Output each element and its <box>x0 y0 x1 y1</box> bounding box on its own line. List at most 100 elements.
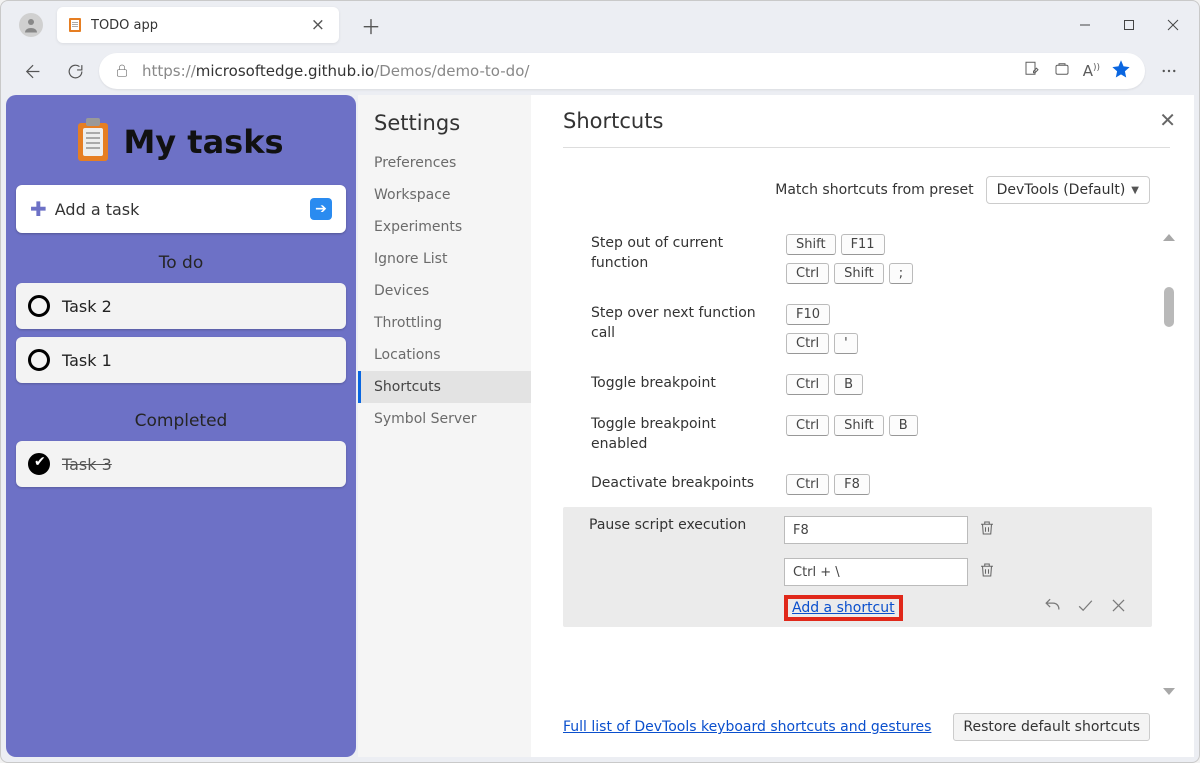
checked-circle-icon[interactable] <box>28 453 50 475</box>
add-task-placeholder: Add a task <box>55 200 140 219</box>
scroll-down-icon[interactable] <box>1163 688 1175 695</box>
shortcut-input[interactable]: Ctrl + \ <box>784 558 968 586</box>
shortcut-label: Toggle breakpoint <box>591 374 786 394</box>
sidebar-item-devices[interactable]: Devices <box>358 275 531 307</box>
sidebar-item-shortcuts[interactable]: Shortcuts <box>358 371 531 403</box>
shortcut-keys: CtrlB <box>786 374 863 395</box>
sidebar-item-workspace[interactable]: Workspace <box>358 179 531 211</box>
delete-shortcut-icon[interactable] <box>978 561 996 583</box>
shortcut-row: Toggle breakpointCtrlB <box>565 364 1152 405</box>
kbd-key: Ctrl <box>786 415 829 436</box>
section-todo-label: To do <box>16 233 346 283</box>
scroll-thumb[interactable] <box>1164 287 1174 327</box>
new-tab-button[interactable]: ＋ <box>339 11 381 40</box>
full-shortcuts-link[interactable]: Full list of DevTools keyboard shortcuts… <box>563 719 931 735</box>
confirm-icon[interactable] <box>1076 596 1095 619</box>
shortcut-input[interactable]: F8 <box>784 516 968 544</box>
delete-shortcut-icon[interactable] <box>978 519 996 541</box>
window-close-button[interactable] <box>1151 10 1195 40</box>
preset-label: Match shortcuts from preset <box>775 182 973 198</box>
sidebar-item-preferences[interactable]: Preferences <box>358 147 531 179</box>
kbd-key: F8 <box>834 474 870 495</box>
shortcut-row: Step out of current functionShiftF11Ctrl… <box>565 224 1152 294</box>
task-label: Task 1 <box>62 351 112 370</box>
toolbar: https://microsoftedge.github.io/Demos/de… <box>1 49 1199 93</box>
scroll-up-icon[interactable] <box>1163 234 1175 241</box>
add-task-input[interactable]: ✚ Add a task ➔ <box>16 185 346 233</box>
tab-close-icon[interactable]: × <box>307 15 329 35</box>
sidebar-item-locations[interactable]: Locations <box>358 339 531 371</box>
kbd-key: ' <box>834 333 858 354</box>
kbd-key: B <box>834 374 863 395</box>
title-bar: TODO app × ＋ <box>1 1 1199 49</box>
kbd-key: ; <box>889 263 913 284</box>
shortcut-row: Step over next function callF10Ctrl' <box>565 294 1152 364</box>
restore-defaults-button[interactable]: Restore default shortcuts <box>953 713 1150 741</box>
task-label: Task 3 <box>62 455 112 474</box>
profile-avatar[interactable] <box>19 13 43 37</box>
shortcut-keys: F10 Ctrl' <box>786 304 858 354</box>
add-shortcut-link[interactable]: Add a shortcut <box>792 600 895 616</box>
url-text: https://microsoftedge.github.io/Demos/de… <box>142 62 1023 80</box>
window-maximize-button[interactable] <box>1107 10 1151 40</box>
webapp-title: My tasks <box>123 123 283 161</box>
tab-favicon-icon <box>67 17 83 33</box>
shortcut-keys: CtrlF8 <box>786 474 870 495</box>
sidebar-item-symbol-server[interactable]: Symbol Server <box>358 403 531 435</box>
settings-sidebar: Settings PreferencesWorkspaceExperiments… <box>358 95 531 757</box>
section-completed-label: Completed <box>16 391 346 441</box>
shortcut-keys: CtrlShiftB <box>786 415 918 436</box>
sidebar-item-experiments[interactable]: Experiments <box>358 211 531 243</box>
more-menu-button[interactable] <box>1149 51 1189 91</box>
preset-select[interactable]: DevTools (Default) ▼ <box>986 176 1150 204</box>
shortcuts-list: Step out of current functionShiftF11Ctrl… <box>563 214 1176 695</box>
kbd-key: Ctrl <box>786 263 829 284</box>
highlight-callout: Add a shortcut <box>784 595 903 621</box>
clipboard-icon <box>78 123 108 161</box>
collections-icon[interactable] <box>1053 60 1071 82</box>
task-row[interactable]: Task 3 <box>16 441 346 487</box>
tab-title: TODO app <box>91 18 307 33</box>
reload-button[interactable] <box>55 51 95 91</box>
favorite-star-icon[interactable] <box>1112 60 1130 82</box>
settings-main: Shortcuts Match shortcuts from preset De… <box>531 95 1194 757</box>
read-aloud-icon[interactable]: A)) <box>1083 62 1100 80</box>
panel-title: Shortcuts <box>563 109 1170 148</box>
kbd-key: Ctrl <box>786 474 829 495</box>
unchecked-circle-icon[interactable] <box>28 295 50 317</box>
chevron-down-icon: ▼ <box>1131 185 1139 196</box>
undo-icon[interactable] <box>1043 596 1062 619</box>
kbd-key: Shift <box>786 234 836 255</box>
todo-webapp: My tasks ✚ Add a task ➔ To do Task 2 Tas… <box>6 95 356 757</box>
plus-icon: ✚ <box>30 197 47 221</box>
shortcut-keys: ShiftF11CtrlShift; <box>786 234 913 284</box>
sidebar-item-throttling[interactable]: Throttling <box>358 307 531 339</box>
cancel-icon[interactable] <box>1109 596 1128 619</box>
task-row[interactable]: Task 1 <box>16 337 346 383</box>
lock-icon <box>114 63 130 79</box>
browser-tab[interactable]: TODO app × <box>57 7 339 43</box>
task-label: Task 2 <box>62 297 112 316</box>
shortcut-label: Deactivate breakpoints <box>591 474 786 494</box>
kbd-key: Ctrl <box>786 333 829 354</box>
devtools-close-icon[interactable]: ✕ <box>1159 108 1176 132</box>
shortcut-label: Toggle breakpoint enabled <box>591 415 786 454</box>
back-button[interactable] <box>11 51 51 91</box>
preset-value: DevTools (Default) <box>997 182 1126 198</box>
address-bar[interactable]: https://microsoftedge.github.io/Demos/de… <box>99 53 1145 89</box>
unchecked-circle-icon[interactable] <box>28 349 50 371</box>
submit-arrow-icon[interactable]: ➔ <box>310 198 332 220</box>
kbd-key: F10 <box>786 304 830 325</box>
kbd-key: B <box>889 415 918 436</box>
edit-actions <box>1043 596 1128 619</box>
shortcut-label: Pause script execution <box>589 516 784 536</box>
settings-heading: Settings <box>358 111 531 147</box>
window-minimize-button[interactable] <box>1063 10 1107 40</box>
scrollbar[interactable] <box>1162 234 1176 695</box>
shortcut-row-editing: Pause script execution F8 Ctrl + \ <box>563 507 1152 627</box>
sidebar-item-ignore-list[interactable]: Ignore List <box>358 243 531 275</box>
task-row[interactable]: Task 2 <box>16 283 346 329</box>
devtools-panel: ✕ Settings PreferencesWorkspaceExperimen… <box>358 95 1194 757</box>
edit-page-icon[interactable] <box>1023 60 1041 82</box>
content-area: My tasks ✚ Add a task ➔ To do Task 2 Tas… <box>6 95 1194 757</box>
